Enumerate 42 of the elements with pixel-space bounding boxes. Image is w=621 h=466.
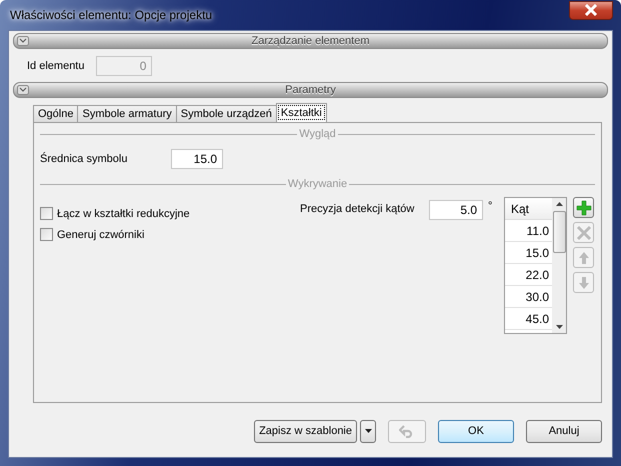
tab[interactable]: Symbole urządzeń: [176, 105, 277, 122]
checkbox[interactable]: [40, 207, 53, 220]
tab[interactable]: Ogólne: [33, 105, 78, 122]
group-title: Wygląd: [299, 128, 336, 140]
field-label: Średnica symbolu: [40, 153, 128, 165]
section-title: Zarządzanie elementem: [251, 35, 370, 47]
undo-icon: [399, 424, 415, 438]
checkbox-option[interactable]: Generuj czwórniki: [40, 228, 300, 241]
ok-button[interactable]: OK: [438, 420, 514, 442]
diameter-field[interactable]: 15.0: [171, 149, 223, 169]
section-title: Parametry: [285, 84, 336, 96]
section-header[interactable]: Zarządzanie elementem: [13, 33, 608, 49]
up-arrow-icon: [578, 250, 590, 264]
close-icon: [584, 4, 598, 16]
close-button[interactable]: [569, 0, 613, 20]
scroll-up-icon[interactable]: [556, 202, 562, 206]
down-arrow-icon: [578, 276, 590, 290]
plus-icon: [576, 200, 592, 216]
unit-label: °: [487, 200, 494, 212]
add-button[interactable]: [573, 197, 594, 218]
checkbox-label: Łącz w kształtki redukcyjne: [57, 208, 190, 220]
dropdown-button[interactable]: [360, 420, 376, 442]
checkbox-option[interactable]: Łącz w kształtki redukcyjne: [40, 207, 300, 220]
caret-icon: [364, 429, 372, 433]
collapse-icon: [17, 36, 29, 46]
collapse-icon: [17, 85, 29, 95]
save-template-button[interactable]: Zapisz w szablonie: [254, 420, 357, 442]
tab[interactable]: Symbole armatury: [77, 105, 177, 122]
checkbox-label: Generuj czwórniki: [57, 228, 144, 240]
section-header[interactable]: Parametry: [13, 82, 608, 98]
checkbox[interactable]: [40, 228, 53, 241]
tab[interactable]: Kształtki: [276, 103, 327, 122]
angle-list[interactable]: Kąt 11.0 15.0 22.0 30.0 45.0: [504, 197, 567, 334]
field-label: Id elementu: [27, 60, 84, 72]
scrollbar[interactable]: [552, 198, 566, 333]
field-label: Precyzja detekcji kątów: [300, 202, 416, 215]
window-title: Właściwości elementu: Opcje projektu: [9, 8, 212, 22]
scroll-down-icon[interactable]: [556, 325, 562, 329]
cancel-button[interactable]: Anuluj: [526, 420, 602, 442]
close-icon: [576, 224, 592, 240]
group-title: Wykrywanie: [288, 178, 348, 190]
precision-field[interactable]: 5.0: [429, 200, 483, 220]
